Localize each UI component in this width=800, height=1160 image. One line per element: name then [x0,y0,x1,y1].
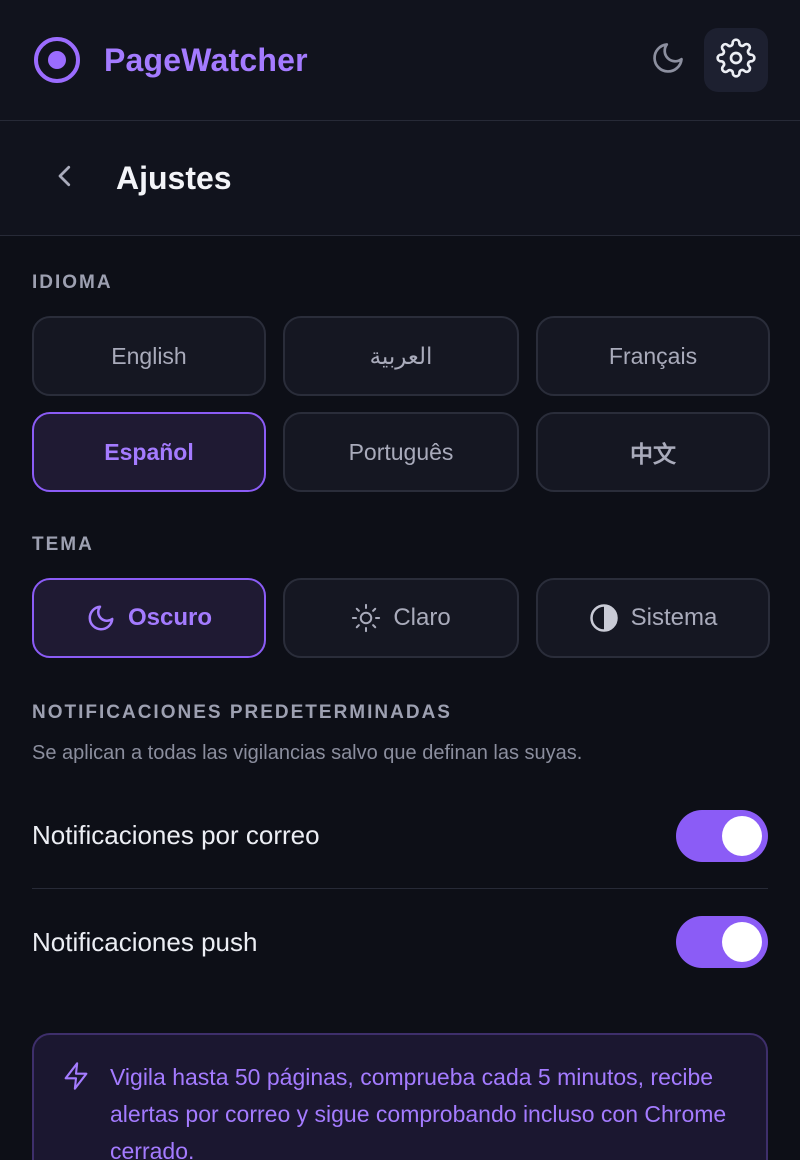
theme-option-light[interactable]: Claro [283,578,519,658]
theme-option-label: Sistema [630,604,718,631]
theme-toggle-button[interactable] [644,36,692,84]
chevron-left-icon [50,161,80,196]
theme-option-label: Claro [393,604,451,631]
theme-option-label: Oscuro [127,604,213,631]
sun-icon [351,603,381,633]
page-header: Ajustes [0,121,800,236]
push-notifications-label: Notificaciones push [32,926,258,957]
settings-app: PageWatcher Ajustes IDIOMA English العرب… [0,0,800,1160]
contrast-icon [589,603,619,633]
language-option-portuguese[interactable]: Português [283,412,519,492]
app-name: PageWatcher [104,41,308,78]
language-options: English العربية Français Español Portugu… [32,316,770,492]
page-title: Ajustes [116,159,232,196]
push-notifications-row: Notificaciones push [32,889,768,995]
language-option-spanish[interactable]: Español [32,412,266,492]
email-notifications-toggle[interactable] [676,809,768,862]
gear-icon [716,37,756,83]
moon-icon [650,40,686,81]
moon-icon [86,603,116,633]
toggle-knob [722,815,762,856]
push-notifications-toggle[interactable] [676,916,768,968]
theme-section-label: TEMA [32,534,94,555]
toggle-knob [722,922,762,962]
settings-content: IDIOMA English العربية Français Español … [0,272,800,1160]
app-header: PageWatcher [0,0,800,121]
language-option-french[interactable]: Français [536,316,770,396]
plan-info-text: Vigila hasta 50 páginas, comprueba cada … [110,1064,727,1160]
theme-option-dark[interactable]: Oscuro [32,578,266,658]
notifications-description: Se aplican a todas las vigilancias salvo… [32,742,583,764]
notifications-section-label: NOTIFICACIONES PREDETERMINADAS [32,702,452,723]
plan-info-box: Vigila hasta 50 páginas, comprueba cada … [32,1033,768,1160]
record-icon [32,35,82,85]
settings-button[interactable] [704,28,768,92]
theme-option-system[interactable]: Sistema [536,578,770,658]
back-button[interactable] [48,161,82,195]
language-option-chinese[interactable]: 中文 [536,412,770,492]
email-notifications-row: Notificaciones por correo [32,783,768,889]
theme-options: Oscuro Claro Sistema [32,578,770,658]
language-section-label: IDIOMA [32,272,113,293]
language-option-arabic[interactable]: العربية [283,316,519,396]
email-notifications-label: Notificaciones por correo [32,820,320,850]
language-option-english[interactable]: English [32,316,266,396]
lightning-icon [62,1059,92,1160]
